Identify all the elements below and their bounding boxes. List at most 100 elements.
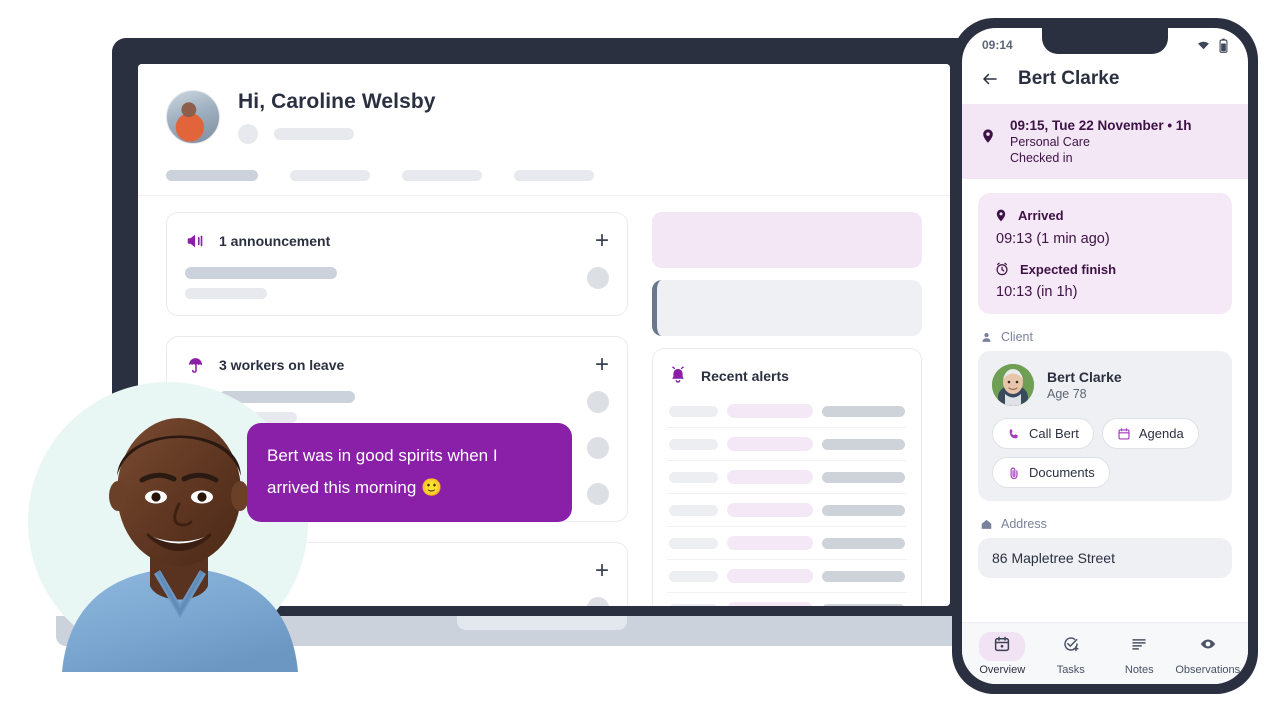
laptop-base-notch — [457, 616, 627, 630]
alert-row[interactable] — [667, 494, 907, 527]
nav-icon-wrap — [1116, 632, 1162, 661]
dashboard-nav[interactable] — [138, 144, 950, 196]
battery-icon — [1219, 38, 1228, 53]
phone-header: Bert Clarke — [962, 62, 1248, 104]
person-icon — [982, 332, 991, 342]
alert-text-skeleton — [821, 570, 905, 582]
add-announcement-button[interactable]: + — [595, 229, 609, 253]
alert-time-skeleton — [669, 504, 719, 516]
alert-tag-skeleton — [727, 470, 813, 484]
bell-icon — [672, 366, 684, 383]
phone-page-title: Bert Clarke — [1018, 68, 1120, 89]
alert-row[interactable] — [667, 461, 907, 494]
client-photo — [992, 364, 1034, 406]
client-avatar — [992, 364, 1034, 406]
greeting-block: Hi, Caroline Welsby — [238, 90, 436, 144]
status-time: 09:14 — [982, 38, 1013, 52]
nav-item-observations[interactable]: Observations — [1174, 632, 1242, 676]
phone-device: 09:14 Bert Clarke 09:15, Tue 22 November… — [952, 18, 1258, 694]
alert-time-skeleton — [669, 438, 719, 450]
visit-status: Checked in — [1010, 151, 1073, 165]
promo-banner — [652, 212, 922, 268]
add-item-button[interactable]: + — [595, 559, 609, 583]
bottom-navigation: Overview Tasks Notes Observations — [962, 622, 1248, 684]
alert-tag-skeleton — [727, 602, 813, 606]
phone-content[interactable]: Arrived 09:13 (1 min ago) Expected finis… — [962, 179, 1248, 622]
row-action-dot — [587, 437, 609, 459]
card-title: Recent alerts — [701, 368, 789, 384]
alert-tag-skeleton — [727, 404, 813, 418]
back-arrow-icon[interactable] — [980, 70, 1000, 88]
alert-time-skeleton — [669, 537, 719, 549]
avatar — [166, 90, 220, 144]
visit-details: 09:15, Tue 22 November • 1h Personal Car… — [1010, 118, 1192, 165]
address-card: 86 Mapletree Street — [978, 538, 1232, 578]
card-title: 3 workers on leave — [219, 357, 345, 373]
row-action-dot — [587, 391, 609, 413]
alerts-list — [667, 395, 907, 606]
client-name: Bert Clarke — [1047, 369, 1122, 385]
chip-label: Call Bert — [1029, 426, 1079, 441]
client-card: Bert Clarke Age 78 Call Bert Agenda Docu… — [978, 351, 1232, 501]
card-header: 1 announcement + — [185, 229, 609, 253]
documents-button[interactable]: Documents — [992, 457, 1110, 488]
nav-tab-1[interactable] — [166, 170, 258, 181]
nav-label: Overview — [979, 663, 1026, 676]
expected-finish-row: Expected finish — [994, 261, 1216, 277]
notes-lines-icon — [1132, 638, 1146, 650]
skeleton-bar — [274, 128, 354, 140]
alert-time-skeleton — [669, 471, 719, 483]
agenda-button[interactable]: Agenda — [1101, 418, 1199, 449]
paperclip-icon — [1010, 467, 1018, 479]
alert-tag-skeleton — [727, 503, 813, 517]
nav-tab-4[interactable] — [514, 170, 594, 181]
call-client-button[interactable]: Call Bert — [992, 418, 1094, 449]
nav-icon-wrap — [979, 631, 1026, 661]
nav-icon-wrap — [1048, 632, 1094, 661]
location-pin-icon — [996, 209, 1006, 222]
skeleton-dot — [238, 124, 258, 144]
nav-item-overview[interactable]: Overview — [968, 631, 1036, 676]
alert-row[interactable] — [667, 560, 907, 593]
alert-time-skeleton — [669, 570, 719, 582]
alert-tag-skeleton — [727, 569, 813, 583]
announcement-row — [185, 267, 609, 299]
dashboard-header: Hi, Caroline Welsby — [138, 64, 950, 144]
nav-item-tasks[interactable]: Tasks — [1037, 632, 1105, 676]
announcements-card: 1 announcement + — [166, 212, 628, 316]
section-label-text: Client — [1001, 330, 1033, 344]
home-icon — [981, 519, 992, 529]
row-action-dot — [587, 483, 609, 505]
location-pin-icon — [983, 129, 993, 143]
arrival-card: Arrived 09:13 (1 min ago) Expected finis… — [978, 193, 1232, 314]
arrived-label: Arrived — [1018, 208, 1064, 223]
nav-icon-wrap — [1185, 632, 1231, 661]
visit-datetime: 09:15, Tue 22 November • 1h — [1010, 118, 1192, 133]
visit-banner: 09:15, Tue 22 November • 1h Personal Car… — [962, 104, 1248, 179]
alert-time-skeleton — [669, 405, 719, 417]
nav-tab-2[interactable] — [290, 170, 370, 181]
client-identity: Bert Clarke Age 78 — [992, 364, 1218, 406]
alert-row[interactable] — [667, 395, 907, 428]
row-avatar — [587, 267, 609, 289]
skeleton-bar — [185, 267, 337, 279]
umbrella-icon — [189, 358, 203, 373]
alert-tag-skeleton — [727, 437, 813, 451]
client-actions: Call Bert Agenda Documents — [992, 418, 1218, 488]
nav-item-notes[interactable]: Notes — [1105, 632, 1173, 676]
alert-row[interactable] — [667, 428, 907, 461]
alert-tag-skeleton — [727, 536, 813, 550]
alert-time-skeleton — [669, 603, 719, 606]
nav-tab-3[interactable] — [402, 170, 482, 181]
wifi-icon — [1198, 41, 1209, 49]
add-leave-button[interactable]: + — [595, 353, 609, 377]
nav-label: Tasks — [1056, 663, 1085, 676]
client-age: Age 78 — [1047, 387, 1087, 401]
megaphone-icon — [187, 234, 203, 248]
calendar-icon — [1118, 427, 1130, 440]
arrived-value: 09:13 (1 min ago) — [996, 231, 1110, 247]
skeleton-lines — [185, 267, 577, 299]
alert-row[interactable] — [667, 527, 907, 560]
skeleton-bar — [185, 288, 267, 299]
alert-row[interactable] — [667, 593, 907, 606]
